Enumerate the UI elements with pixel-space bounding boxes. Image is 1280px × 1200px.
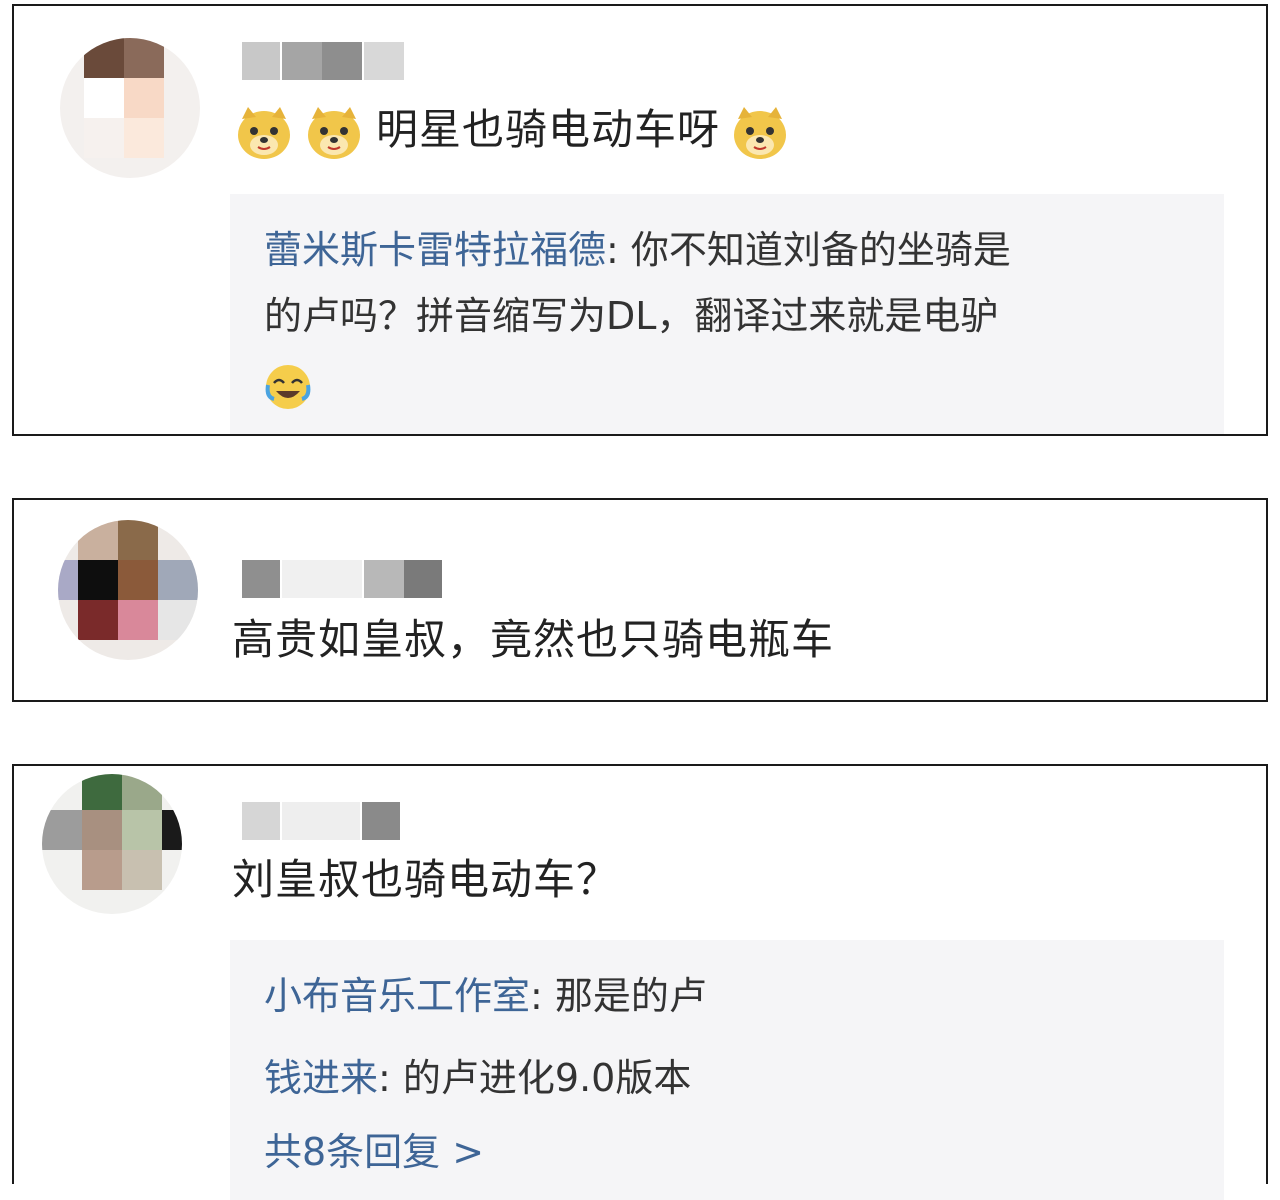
reply-separator: : <box>606 228 631 272</box>
reply-separator: : <box>378 1056 403 1100</box>
comment-card: 刘皇叔也骑电动车？ 小布音乐工作室: 那是的卢 钱进来: 的卢进化9.0版本 共… <box>12 764 1268 1200</box>
avatar[interactable] <box>42 774 182 914</box>
doge-emoji-icon <box>306 105 362 161</box>
comment-card: 明星也骑电动车呀 蕾米斯卡雷特拉福德: 你不知道刘备的坐骑是 的卢吗？拼音缩写为… <box>12 4 1268 436</box>
comment-text-row: 明星也骑电动车呀 <box>236 102 802 161</box>
reply-item[interactable]: 蕾米斯卡雷特拉福德: 你不知道刘备的坐骑是 <box>264 224 1011 276</box>
username-redacted[interactable] <box>242 560 452 598</box>
reply-box: 蕾米斯卡雷特拉福德: 你不知道刘备的坐骑是 的卢吗？拼音缩写为DL，翻译过来就是… <box>230 194 1224 434</box>
comment-text: 刘皇叔也骑电动车？ <box>232 855 620 904</box>
laugh-cry-emoji-icon <box>264 363 312 411</box>
reply-item[interactable]: 钱进来: 的卢进化9.0版本 <box>264 1052 691 1104</box>
reply-text: 的卢吗？拼音缩写为DL，翻译过来就是电驴 <box>264 294 999 338</box>
reply-item-continued: 的卢吗？拼音缩写为DL，翻译过来就是电驴 <box>264 290 998 342</box>
reply-text: 你不知道刘备的坐骑是 <box>630 228 1011 272</box>
doge-emoji-icon <box>236 105 292 161</box>
avatar[interactable] <box>58 520 198 660</box>
reply-item[interactable]: 小布音乐工作室: 那是的卢 <box>264 970 707 1022</box>
username-redacted[interactable] <box>242 802 402 840</box>
comment-card: 高贵如皇叔，竟然也只骑电瓶车 <box>12 498 1268 702</box>
reply-author[interactable]: 蕾米斯卡雷特拉福德 <box>264 228 606 272</box>
avatar[interactable] <box>60 38 200 178</box>
reply-author[interactable]: 钱进来 <box>264 1056 378 1100</box>
doge-emoji-icon <box>732 105 788 161</box>
reply-box: 小布音乐工作室: 那是的卢 钱进来: 的卢进化9.0版本 共8条回复 > <box>230 940 1224 1200</box>
reply-text: 的卢进化9.0版本 <box>402 1056 692 1100</box>
reply-emoji-row <box>264 358 326 411</box>
comment-text: 明星也骑电动车呀 <box>376 105 721 154</box>
comment-text: 高贵如皇叔，竟然也只骑电瓶车 <box>232 615 835 664</box>
reply-separator: : <box>530 974 555 1018</box>
view-more-replies-link[interactable]: 共8条回复 > <box>264 1126 484 1178</box>
reply-text: 那是的卢 <box>554 974 707 1018</box>
reply-author[interactable]: 小布音乐工作室 <box>264 974 530 1018</box>
username-redacted[interactable] <box>242 42 422 80</box>
